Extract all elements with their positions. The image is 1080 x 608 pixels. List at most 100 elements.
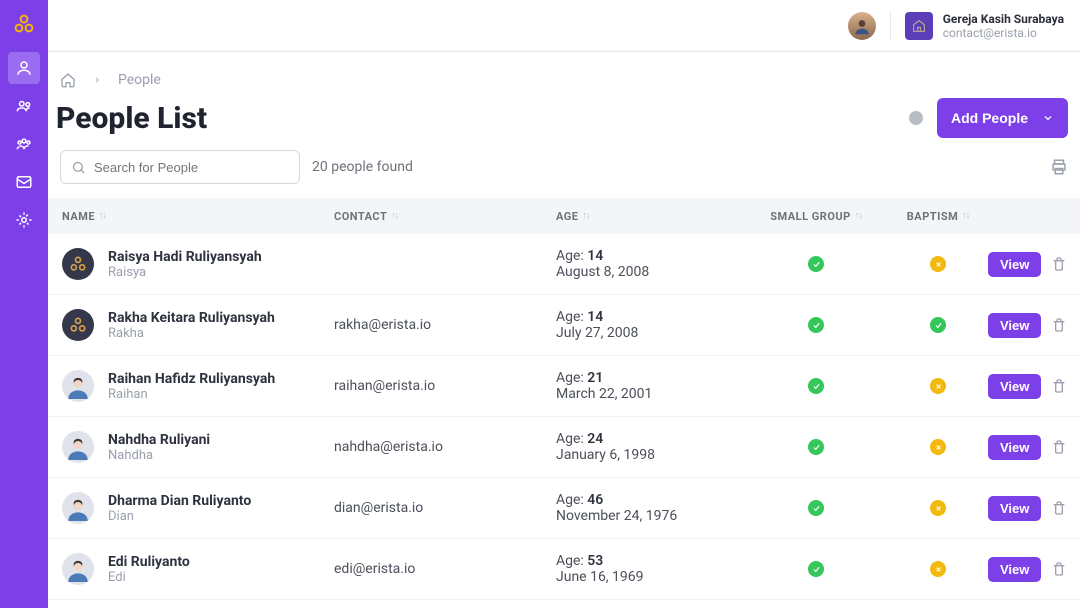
sort-icon: ↑↓ [962,212,969,221]
trash-icon[interactable] [1051,378,1067,394]
table-row: Dharma Dian RuliyantoDian dian@erista.ioA… [48,478,1080,539]
status-indicator-dot [909,111,923,125]
sidebar-item-settings[interactable] [8,204,40,236]
status-green-icon [808,439,824,455]
status-green-icon [808,256,824,272]
view-button[interactable]: View [988,374,1041,399]
view-button[interactable]: View [988,435,1041,460]
person-small-group [744,561,888,577]
breadcrumb: People [48,52,1080,92]
person-baptism [888,439,988,455]
view-button[interactable]: View [988,496,1041,521]
title-row: People List Add People [48,92,1080,146]
person-age: Age: 24January 6, 1998 [556,431,744,463]
topbar-divider [890,11,891,41]
sort-icon: ↑↓ [99,212,106,221]
org-block[interactable]: Gereja Kasih Surabaya contact@erista.io [905,12,1064,40]
chevron-right-icon [92,75,102,85]
person-nickname: Raihan [108,387,275,402]
person-small-group [744,500,888,516]
status-green-icon [808,500,824,516]
person-age: Age: 46November 24, 1976 [556,492,744,524]
trash-icon[interactable] [1051,256,1067,272]
org-email: contact@erista.io [943,26,1064,40]
found-count: 20 people found [312,159,413,175]
col-header-contact[interactable]: CONTACT↑↓ [334,210,556,223]
view-button[interactable]: View [988,252,1041,277]
trash-icon[interactable] [1051,439,1067,455]
person-age: Age: 14July 27, 2008 [556,309,744,341]
person-baptism [888,500,988,516]
org-logo-icon [905,12,933,40]
sidebar-item-inbox[interactable] [8,166,40,198]
trash-icon[interactable] [1051,500,1067,516]
person-avatar [62,431,94,463]
person-full-name: Raihan Hafidz Ruliyansyah [108,371,275,387]
person-nickname: Nahdha [108,448,210,463]
org-name: Gereja Kasih Surabaya [943,12,1064,26]
topbar: Gereja Kasih Surabaya contact@erista.io [48,0,1080,52]
person-full-name: Raisya Hadi Ruliyansyah [108,249,262,265]
person-nickname: Raisya [108,265,262,280]
table-row: Edi RuliyantoEdiedi@erista.ioAge: 53June… [48,539,1080,600]
person-avatar [62,248,94,280]
sidebar-item-people[interactable] [8,52,40,84]
user-avatar[interactable] [848,12,876,40]
print-icon[interactable] [1050,158,1068,176]
person-avatar [62,309,94,341]
app-logo-icon [8,8,40,40]
person-full-name: Dharma Dian Ruliyanto [108,493,251,509]
search-box[interactable] [60,150,300,184]
person-baptism [888,256,988,272]
sort-icon: ↑↓ [855,212,862,221]
person-avatar [62,370,94,402]
col-header-age[interactable]: AGE↑↓ [556,210,744,223]
person-nickname: Dian [108,509,251,524]
view-button[interactable]: View [988,313,1041,338]
person-age: Age: 14August 8, 2008 [556,248,744,280]
person-avatar [62,492,94,524]
col-header-name[interactable]: NAME↑↓ [62,210,334,223]
status-green-icon [808,561,824,577]
person-contact: dian@erista.io [334,500,556,516]
status-yellow-icon [930,500,946,516]
person-baptism [888,378,988,394]
person-small-group [744,439,888,455]
add-people-button[interactable]: Add People [937,98,1068,138]
table-row: Rakha Keitara RuliyansyahRakharakha@eris… [48,295,1080,356]
table-row: Nishrina Aliyyah Hardiaw...Age: 13 [48,600,1080,608]
status-yellow-icon [930,378,946,394]
add-people-label: Add People [951,110,1028,126]
trash-icon[interactable] [1051,317,1067,333]
sidebar-item-groups[interactable] [8,90,40,122]
trash-icon[interactable] [1051,561,1067,577]
col-header-small-group[interactable]: SMALL GROUP↑↓ [744,210,888,223]
col-header-baptism[interactable]: BAPTISM↑↓ [888,210,988,223]
person-nickname: Edi [108,570,190,585]
person-full-name: Rakha Keitara Ruliyansyah [108,310,275,326]
person-age: Age: 21March 22, 2001 [556,370,744,402]
search-input[interactable] [94,160,289,175]
home-icon[interactable] [60,72,76,88]
person-full-name: Edi Ruliyanto [108,554,190,570]
sidebar [0,0,48,608]
status-yellow-icon [930,256,946,272]
table-row: Raihan Hafidz RuliyansyahRaihan raihan@er… [48,356,1080,417]
chevron-down-icon [1042,112,1054,124]
sort-icon: ↑↓ [391,212,398,221]
view-button[interactable]: View [988,557,1041,582]
person-baptism [888,561,988,577]
page-title: People List [56,101,207,136]
person-contact: raihan@erista.io [334,378,556,394]
sidebar-item-team[interactable] [8,128,40,160]
breadcrumb-item[interactable]: People [118,72,161,88]
person-baptism [888,317,988,333]
people-table: NAME↑↓ CONTACT↑↓ AGE↑↓ SMALL GROUP↑↓ BAP… [48,198,1080,608]
status-green-icon [930,317,946,333]
status-yellow-icon [930,439,946,455]
person-avatar [62,553,94,585]
person-age: Age: 53June 16, 1969 [556,553,744,585]
person-contact: nahdha@erista.io [334,439,556,455]
status-yellow-icon [930,561,946,577]
person-contact: rakha@erista.io [334,317,556,333]
